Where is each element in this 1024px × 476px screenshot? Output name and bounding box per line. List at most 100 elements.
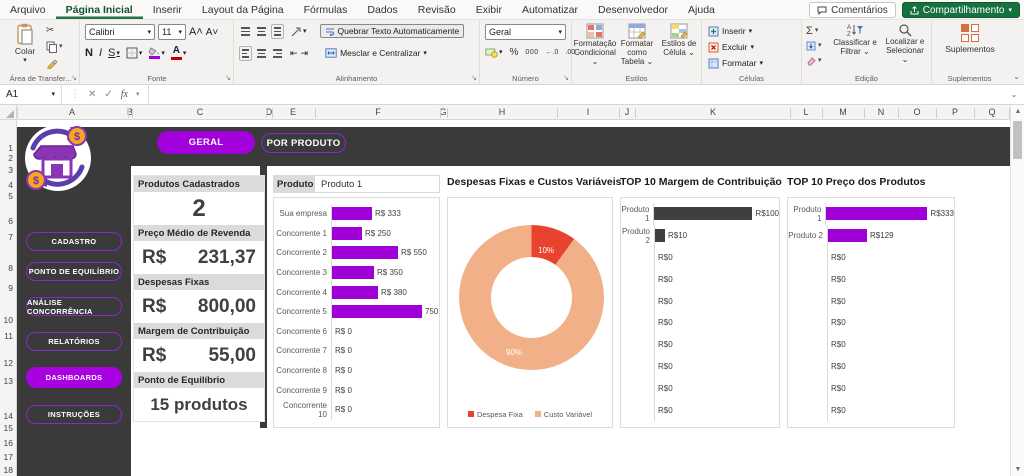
bar[interactable] — [332, 286, 378, 299]
row-header-9[interactable]: 9 — [8, 283, 13, 293]
row-header-3[interactable]: 3 — [8, 165, 13, 175]
italic-button[interactable]: I — [99, 47, 102, 59]
bar[interactable] — [332, 305, 422, 318]
dialog-launcher-icon[interactable]: ↘ — [71, 74, 77, 82]
row-header-4[interactable]: 4 — [8, 180, 13, 190]
column-header-l[interactable]: L — [803, 105, 808, 120]
row-header-8[interactable]: 8 — [8, 263, 13, 273]
font-name-select[interactable]: Calibri ▾ — [85, 24, 155, 40]
name-box[interactable]: A1 ▾ — [0, 85, 62, 104]
sort-filter-button[interactable]: AZ Classificar e Filtrar ⌄ — [832, 23, 878, 64]
format-cells-button[interactable]: Formatar ▾ — [708, 56, 763, 70]
column-header-i[interactable]: I — [587, 105, 590, 120]
bar[interactable] — [655, 229, 665, 242]
row-header-16[interactable]: 16 — [4, 438, 13, 448]
borders-button[interactable]: ▾ — [126, 47, 143, 59]
menu-tab-exibir[interactable]: Exibir — [466, 0, 512, 19]
vertical-scrollbar[interactable]: ▲ ▼ — [1010, 105, 1024, 476]
sidebar-item-cadastro[interactable]: CADASTRO — [26, 232, 122, 251]
menu-tab-revisão[interactable]: Revisão — [408, 0, 466, 19]
column-header-h[interactable]: H — [499, 105, 506, 120]
paste-button[interactable]: Colar ▾ — [8, 23, 42, 73]
comma-style-button[interactable]: 000 — [525, 49, 538, 56]
align-bottom-button[interactable] — [271, 24, 284, 39]
column-header-f[interactable]: F — [375, 105, 381, 120]
bar[interactable] — [332, 227, 362, 240]
font-color-button[interactable]: A ▾ — [171, 46, 187, 60]
fill-color-button[interactable]: ▾ — [148, 47, 165, 59]
decrease-indent-button[interactable]: ⇤ — [290, 48, 298, 59]
row-header-18[interactable]: 18 — [4, 465, 13, 475]
sidebar-item-dashboards[interactable]: DASHBOARDS — [26, 367, 122, 388]
tab-geral[interactable]: GERAL — [157, 131, 255, 154]
bar[interactable] — [828, 229, 867, 242]
expand-formula-bar-icon[interactable]: ⌄ — [1004, 90, 1024, 99]
comments-button[interactable]: Comentários — [809, 2, 896, 18]
insert-function-button[interactable]: fx — [121, 89, 128, 100]
autosum-button[interactable]: Σ▾ — [806, 24, 822, 37]
insert-cells-button[interactable]: Inserir ▾ — [708, 24, 763, 38]
menu-tab-inserir[interactable]: Inserir — [143, 0, 192, 19]
delete-cells-button[interactable]: Excluir ▾ — [708, 40, 763, 54]
conditional-formatting-button[interactable]: Formatação Condicional ⌄ — [574, 23, 616, 66]
tab-por-produto[interactable]: POR PRODUTO — [261, 133, 346, 153]
column-header-p[interactable]: P — [952, 105, 958, 120]
bar[interactable] — [826, 207, 927, 220]
sidebar-item-relatórios[interactable]: RELATÓRIOS — [26, 332, 122, 351]
formula-input[interactable] — [149, 85, 1004, 104]
column-header-n[interactable]: N — [878, 105, 885, 120]
column-header-e[interactable]: E — [290, 105, 296, 120]
dialog-launcher-icon[interactable]: ↘ — [225, 74, 231, 82]
font-size-select[interactable]: 11 ▾ — [158, 24, 186, 40]
column-header-k[interactable]: K — [710, 105, 716, 120]
menu-tab-dados[interactable]: Dados — [357, 0, 407, 19]
product-selector-value[interactable]: Produto 1 — [314, 175, 440, 193]
row-header-15[interactable]: 15 — [4, 423, 13, 433]
row-header-6[interactable]: 6 — [8, 216, 13, 226]
find-select-button[interactable]: Localizar e Selecionar ⌄ — [882, 23, 928, 64]
row-header-14[interactable]: 14 — [4, 411, 13, 421]
row-header-1[interactable]: 1 — [8, 143, 13, 153]
cell-styles-button[interactable]: Estilos de Célula ⌄ — [658, 23, 700, 66]
orientation-button[interactable]: ▾ — [291, 26, 307, 37]
column-header-m[interactable]: M — [839, 105, 847, 120]
copy-button[interactable]: ▾ — [46, 40, 63, 53]
menu-tab-ajuda[interactable]: Ajuda — [678, 0, 725, 19]
bold-button[interactable]: N — [85, 47, 93, 59]
column-header-q[interactable]: Q — [988, 105, 995, 120]
fill-button[interactable]: ▾ — [806, 39, 822, 52]
sidebar-item-ponto-de-equilíbrio[interactable]: PONTO DE EQUILÍBRIO — [26, 262, 122, 281]
sidebar-item-análise-concorrência[interactable]: ANÁLISE CONCORRÊNCIA — [26, 297, 122, 316]
share-button[interactable]: Compartilhamento ▾ — [902, 2, 1020, 18]
dialog-launcher-icon[interactable]: ↘ — [563, 74, 569, 82]
format-painter-button[interactable] — [46, 56, 58, 69]
row-header-17[interactable]: 17 — [4, 452, 13, 462]
align-middle-button[interactable] — [255, 25, 268, 38]
clear-button[interactable]: ▾ — [806, 54, 822, 67]
format-as-table-button[interactable]: Formatar como Tabela ⌄ — [616, 23, 658, 66]
scroll-up-icon[interactable]: ▲ — [1011, 108, 1024, 115]
align-center-button[interactable] — [255, 47, 268, 60]
decrease-font-button[interactable]: A˅ — [206, 27, 219, 38]
column-header-j[interactable]: J — [625, 105, 630, 120]
sidebar-item-instruções[interactable]: INSTRUÇÕES — [26, 405, 122, 424]
dialog-launcher-icon[interactable]: ↘ — [471, 74, 477, 82]
cancel-entry-button[interactable]: ✕ — [88, 89, 96, 100]
row-header-11[interactable]: 11 — [4, 331, 13, 341]
align-left-button[interactable] — [239, 46, 252, 61]
wrap-text-button[interactable]: Quebrar Texto Automaticamente — [320, 24, 465, 38]
bar[interactable] — [332, 246, 398, 259]
row-header-7[interactable]: 7 — [8, 232, 13, 242]
menu-tab-automatizar[interactable]: Automatizar — [512, 0, 588, 19]
increase-font-button[interactable]: A˄ — [189, 26, 203, 38]
accounting-format-button[interactable]: ▾ — [485, 48, 503, 58]
menu-tab-desenvolvedor[interactable]: Desenvolvedor — [588, 0, 678, 19]
column-header-c[interactable]: C — [197, 105, 204, 120]
underline-button[interactable]: S▾ — [108, 47, 120, 59]
addins-button[interactable]: Suplementos — [946, 24, 994, 54]
menu-tab-arquivo[interactable]: Arquivo — [0, 0, 56, 19]
increase-decimal-button[interactable]: ←.0 — [546, 49, 559, 56]
menu-tab-fórmulas[interactable]: Fórmulas — [294, 0, 358, 19]
number-format-select[interactable]: Geral ▾ — [485, 24, 566, 40]
row-header-2[interactable]: 2 — [8, 153, 13, 163]
